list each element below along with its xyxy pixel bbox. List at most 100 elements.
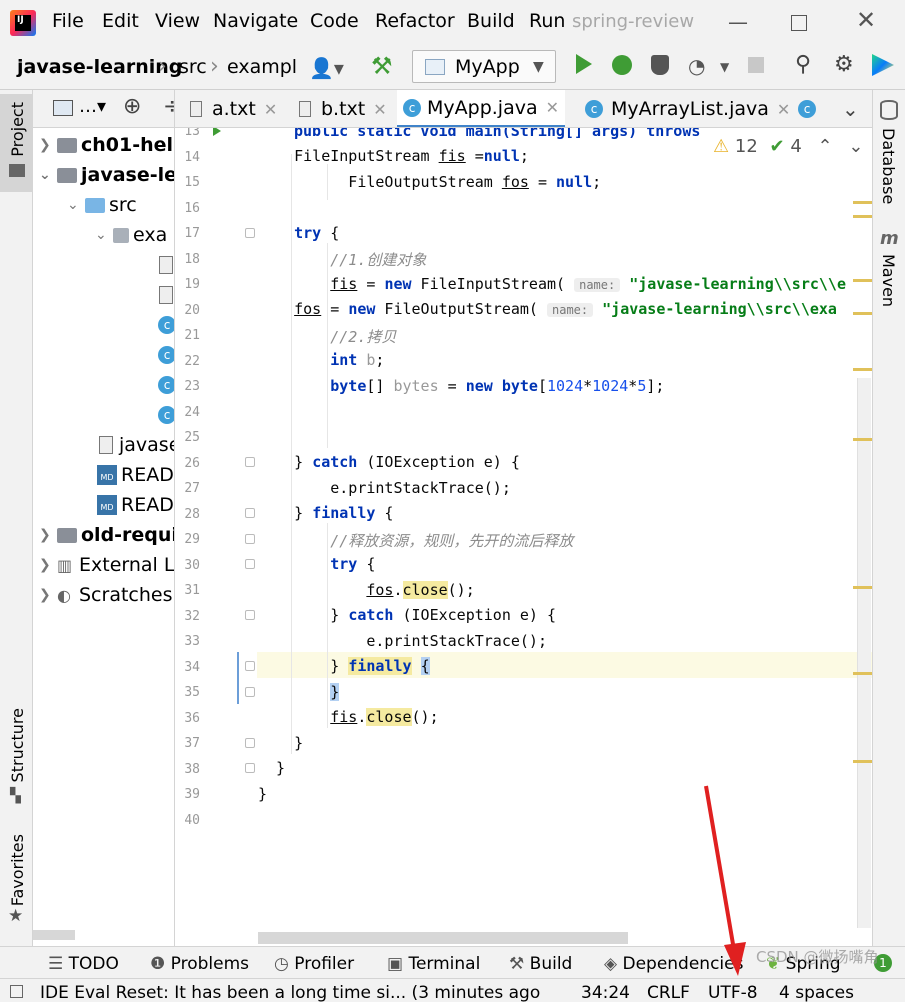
user-icon[interactable]: 👤▾ xyxy=(309,56,344,80)
menu-view[interactable]: View xyxy=(155,10,200,32)
warning-stripe-mark[interactable] xyxy=(853,438,872,441)
inspection-widget[interactable]: ⚠ 12 ✔ 4 ⌃ ⌄ xyxy=(709,136,868,157)
tab-b-txt[interactable]: b.txt ✕ xyxy=(299,90,387,127)
close-tab-icon[interactable]: ✕ xyxy=(777,100,790,119)
code-editor[interactable]: 13 14 15 16 17 18 19 20 21 22 23 24 25 26 27 28 29 30 31 32… xyxy=(175,128,872,946)
horizontal-scrollbar[interactable] xyxy=(33,930,75,940)
build-tool-button[interactable]: ⚒ Build xyxy=(509,954,572,974)
fold-marker-icon[interactable] xyxy=(245,228,255,238)
menu-navigate[interactable]: Navigate xyxy=(213,10,298,32)
toggle-tool-windows-icon[interactable] xyxy=(10,985,23,998)
horizontal-scrollbar[interactable] xyxy=(258,932,628,944)
close-tab-icon[interactable]: ✕ xyxy=(264,100,277,119)
code-line: fos = new FileOutputStream( name: "javas… xyxy=(294,300,837,318)
menu-build[interactable]: Build xyxy=(467,10,515,32)
caret-position[interactable]: 34:24 xyxy=(581,983,630,1002)
run-icon[interactable] xyxy=(576,54,592,74)
profile-icon[interactable]: ◔ xyxy=(688,54,705,78)
breadcrumb-src[interactable]: src xyxy=(179,56,207,78)
stop-icon[interactable] xyxy=(748,57,764,73)
run-gutter-icon[interactable] xyxy=(213,128,221,136)
tree-item[interactable]: ❯ old-requi xyxy=(39,520,174,550)
indent-setting[interactable]: 4 spaces xyxy=(779,983,854,1002)
warning-stripe-mark[interactable] xyxy=(853,215,872,218)
gear-icon[interactable]: ⚙ xyxy=(834,52,854,77)
terminal-tool-button[interactable]: ▣ Terminal xyxy=(387,954,480,974)
fold-marker-icon[interactable] xyxy=(245,534,255,544)
warning-stripe-mark[interactable] xyxy=(853,279,872,282)
fold-marker-icon[interactable] xyxy=(245,559,255,569)
maximize-icon[interactable] xyxy=(791,15,807,31)
file-encoding[interactable]: UTF-8 xyxy=(708,983,758,1002)
structure-tool-label[interactable]: Structure xyxy=(8,708,27,782)
warning-stripe-mark[interactable] xyxy=(853,586,872,589)
search-icon[interactable]: ⚲ xyxy=(795,52,811,77)
breadcrumb-package[interactable]: exampl xyxy=(227,56,297,78)
tree-item[interactable]: ❯ ch01-hell xyxy=(39,130,174,160)
maven-tool-label[interactable]: Maven xyxy=(879,254,898,307)
tab-myarraylist-java[interactable]: c MyArrayList.java ✕ xyxy=(585,90,790,127)
tree-item[interactable]: MD READ xyxy=(97,460,174,490)
project-tool-label[interactable]: Project xyxy=(8,102,27,157)
problems-tool-button[interactable]: ❶ Problems xyxy=(150,954,249,974)
close-tab-icon[interactable]: ✕ xyxy=(546,98,559,117)
run-config-select[interactable]: MyApp ▼ xyxy=(412,50,556,83)
fold-marker-icon[interactable] xyxy=(245,508,255,518)
status-message[interactable]: IDE Eval Reset: It has been a long time … xyxy=(40,983,540,1002)
line-separator[interactable]: CRLF xyxy=(647,983,690,1002)
tree-item[interactable]: ❯ ▥ External L xyxy=(39,550,174,580)
todo-tool-button[interactable]: ☰ TODO xyxy=(48,954,119,974)
warning-stripe-mark[interactable] xyxy=(853,672,872,675)
fold-marker-icon[interactable] xyxy=(245,457,255,467)
view-options-icon[interactable]: …▾ xyxy=(79,96,106,117)
coverage-icon[interactable] xyxy=(651,55,669,75)
close-tab-icon[interactable]: ✕ xyxy=(373,100,386,119)
collapse-icon[interactable]: ÷ xyxy=(163,94,174,119)
database-tool-label[interactable]: Database xyxy=(879,128,898,204)
minimize-icon[interactable]: — xyxy=(728,10,748,34)
tree-item[interactable]: MD READ xyxy=(97,490,174,520)
tree-item[interactable]: ❯ ◐ Scratches xyxy=(39,580,173,610)
fold-marker-icon[interactable] xyxy=(245,738,255,748)
warning-stripe-mark[interactable] xyxy=(853,760,872,763)
fold-marker-icon[interactable] xyxy=(245,661,255,671)
toolbox-icon[interactable] xyxy=(872,54,894,76)
next-highlight-icon[interactable]: ⌄ xyxy=(848,136,863,157)
profiler-tool-button[interactable]: ◷ Profiler xyxy=(274,954,354,974)
tree-item[interactable]: ⌄ src xyxy=(67,190,137,220)
more-run-chevron-icon[interactable]: ▼ xyxy=(720,60,729,74)
tree-item[interactable]: javase xyxy=(99,430,174,460)
warning-stripe-mark[interactable] xyxy=(853,368,872,371)
vertical-scrollbar[interactable] xyxy=(857,378,871,928)
menu-file[interactable]: File xyxy=(52,10,84,32)
build-hammer-icon[interactable]: ⚒ xyxy=(371,52,393,80)
tree-item-label: READ xyxy=(121,464,174,486)
fold-marker-icon[interactable] xyxy=(245,763,255,773)
fold-marker-icon[interactable] xyxy=(245,687,255,697)
tree-item[interactable] xyxy=(159,250,173,280)
tree-item[interactable]: c xyxy=(158,340,174,370)
tree-item[interactable]: c xyxy=(158,400,174,430)
debug-icon[interactable] xyxy=(612,55,632,75)
favorites-tool-label[interactable]: Favorites xyxy=(8,834,27,906)
tree-item[interactable]: c xyxy=(158,370,174,400)
locate-icon[interactable]: ⊕ xyxy=(123,94,141,119)
panel-view-icon[interactable] xyxy=(53,100,73,116)
tab-overflow[interactable]: c xyxy=(798,90,816,127)
tree-item[interactable]: ⌄ javase-lea xyxy=(39,160,174,190)
menu-run[interactable]: Run xyxy=(529,10,565,32)
tabs-dropdown-chevron-icon[interactable]: ⌄ xyxy=(842,97,859,121)
tree-item[interactable] xyxy=(159,280,173,310)
menu-code[interactable]: Code xyxy=(310,10,359,32)
warning-stripe-mark[interactable] xyxy=(853,201,872,204)
tab-a-txt[interactable]: a.txt ✕ xyxy=(190,90,277,127)
menu-refactor[interactable]: Refactor xyxy=(375,10,455,32)
tree-item[interactable]: c xyxy=(158,310,174,340)
menu-edit[interactable]: Edit xyxy=(102,10,139,32)
close-icon[interactable]: ✕ xyxy=(856,6,876,34)
tab-myapp-java[interactable]: c MyApp.java ✕ xyxy=(397,90,566,127)
warning-stripe-mark[interactable] xyxy=(853,312,872,315)
prev-highlight-icon[interactable]: ⌃ xyxy=(818,136,833,157)
tree-item[interactable]: ⌄ exa xyxy=(95,220,167,250)
fold-marker-icon[interactable] xyxy=(245,610,255,620)
